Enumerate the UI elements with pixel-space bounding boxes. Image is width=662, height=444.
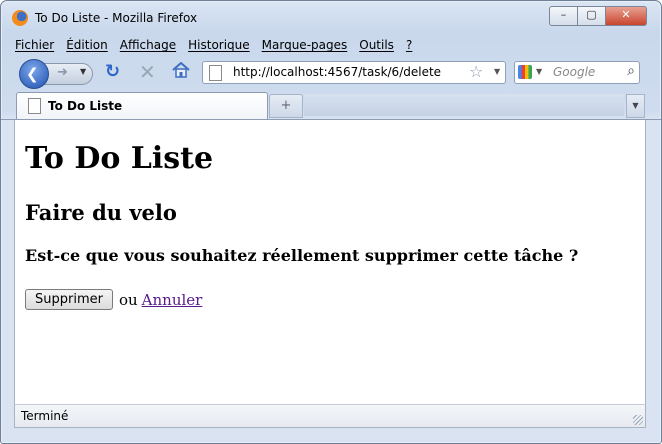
- menu-help[interactable]: ?: [406, 38, 412, 52]
- menu-bar: Fichier Édition Affichage Historique Mar…: [15, 38, 424, 52]
- page-icon: [209, 65, 222, 81]
- forward-button[interactable]: ➜ ▼: [43, 63, 93, 85]
- bookmark-star-icon[interactable]: ☆: [469, 62, 483, 81]
- page-content: To Do Liste Faire du velo Est-ce que vou…: [14, 120, 646, 404]
- menu-fichier[interactable]: Fichier: [15, 38, 54, 52]
- menu-outils[interactable]: Outils: [359, 38, 394, 52]
- page-heading: To Do Liste: [25, 141, 214, 176]
- browser-window: To Do Liste - Mozilla Firefox – ▢ ✕ Fich…: [0, 0, 662, 444]
- address-bar[interactable]: http://localhost:4567/task/6/delete ☆ ▼: [202, 61, 506, 84]
- menu-marque-pages[interactable]: Marque-pages: [262, 38, 348, 52]
- search-input[interactable]: Google: [553, 65, 595, 79]
- menu-edition[interactable]: Édition: [66, 38, 108, 52]
- task-name: Faire du velo: [25, 200, 177, 225]
- new-tab-button[interactable]: +: [269, 94, 303, 118]
- back-arrow-icon: ❮: [26, 65, 39, 83]
- history-dropdown-icon[interactable]: ▼: [80, 67, 86, 76]
- home-icon[interactable]: [172, 62, 190, 78]
- back-button[interactable]: ❮: [19, 59, 49, 89]
- engine-dropdown-icon[interactable]: ▼: [536, 67, 542, 76]
- close-button[interactable]: ✕: [606, 6, 647, 26]
- minimize-button[interactable]: –: [549, 6, 578, 26]
- delete-button[interactable]: Supprimer: [25, 289, 113, 310]
- tab-strip-fill: [304, 94, 624, 116]
- reload-icon[interactable]: ↻: [105, 61, 120, 82]
- search-bar[interactable]: ▼ Google ⌕: [514, 61, 640, 84]
- resize-grip-icon[interactable]: [633, 415, 643, 425]
- confirm-question: Est-ce que vous souhaitez réellement sup…: [25, 246, 579, 265]
- url-input[interactable]: http://localhost:4567/task/6/delete: [233, 65, 441, 79]
- stop-icon[interactable]: ✕: [139, 60, 156, 84]
- search-icon[interactable]: ⌕: [627, 63, 635, 79]
- tab-page-icon: [28, 98, 41, 114]
- status-text: Terminé: [21, 409, 69, 423]
- status-bar: Terminé: [14, 404, 646, 428]
- list-all-tabs-icon[interactable]: ▼: [626, 94, 645, 118]
- tab-to-do-liste[interactable]: To Do Liste: [16, 92, 268, 119]
- confirm-actions: Supprimer ou Annuler: [25, 289, 202, 310]
- menu-affichage[interactable]: Affichage: [120, 38, 176, 52]
- window-title: To Do Liste - Mozilla Firefox: [35, 11, 198, 25]
- cancel-link[interactable]: Annuler: [142, 291, 203, 309]
- tab-strip: To Do Liste + ▼: [1, 91, 661, 120]
- or-text: ou: [118, 290, 138, 309]
- maximize-button[interactable]: ▢: [578, 6, 606, 26]
- title-bar: To Do Liste - Mozilla Firefox – ▢ ✕: [1, 1, 661, 35]
- back-forward-group: ➜ ▼ ❮: [19, 59, 95, 89]
- url-dropdown-icon[interactable]: ▼: [494, 67, 500, 76]
- firefox-logo-icon: [12, 10, 28, 26]
- tab-title: To Do Liste: [48, 99, 123, 113]
- window-controls: – ▢ ✕: [549, 6, 647, 26]
- menu-historique[interactable]: Historique: [188, 38, 250, 52]
- forward-arrow-icon: ➜: [57, 65, 68, 80]
- google-engine-icon[interactable]: [518, 65, 532, 79]
